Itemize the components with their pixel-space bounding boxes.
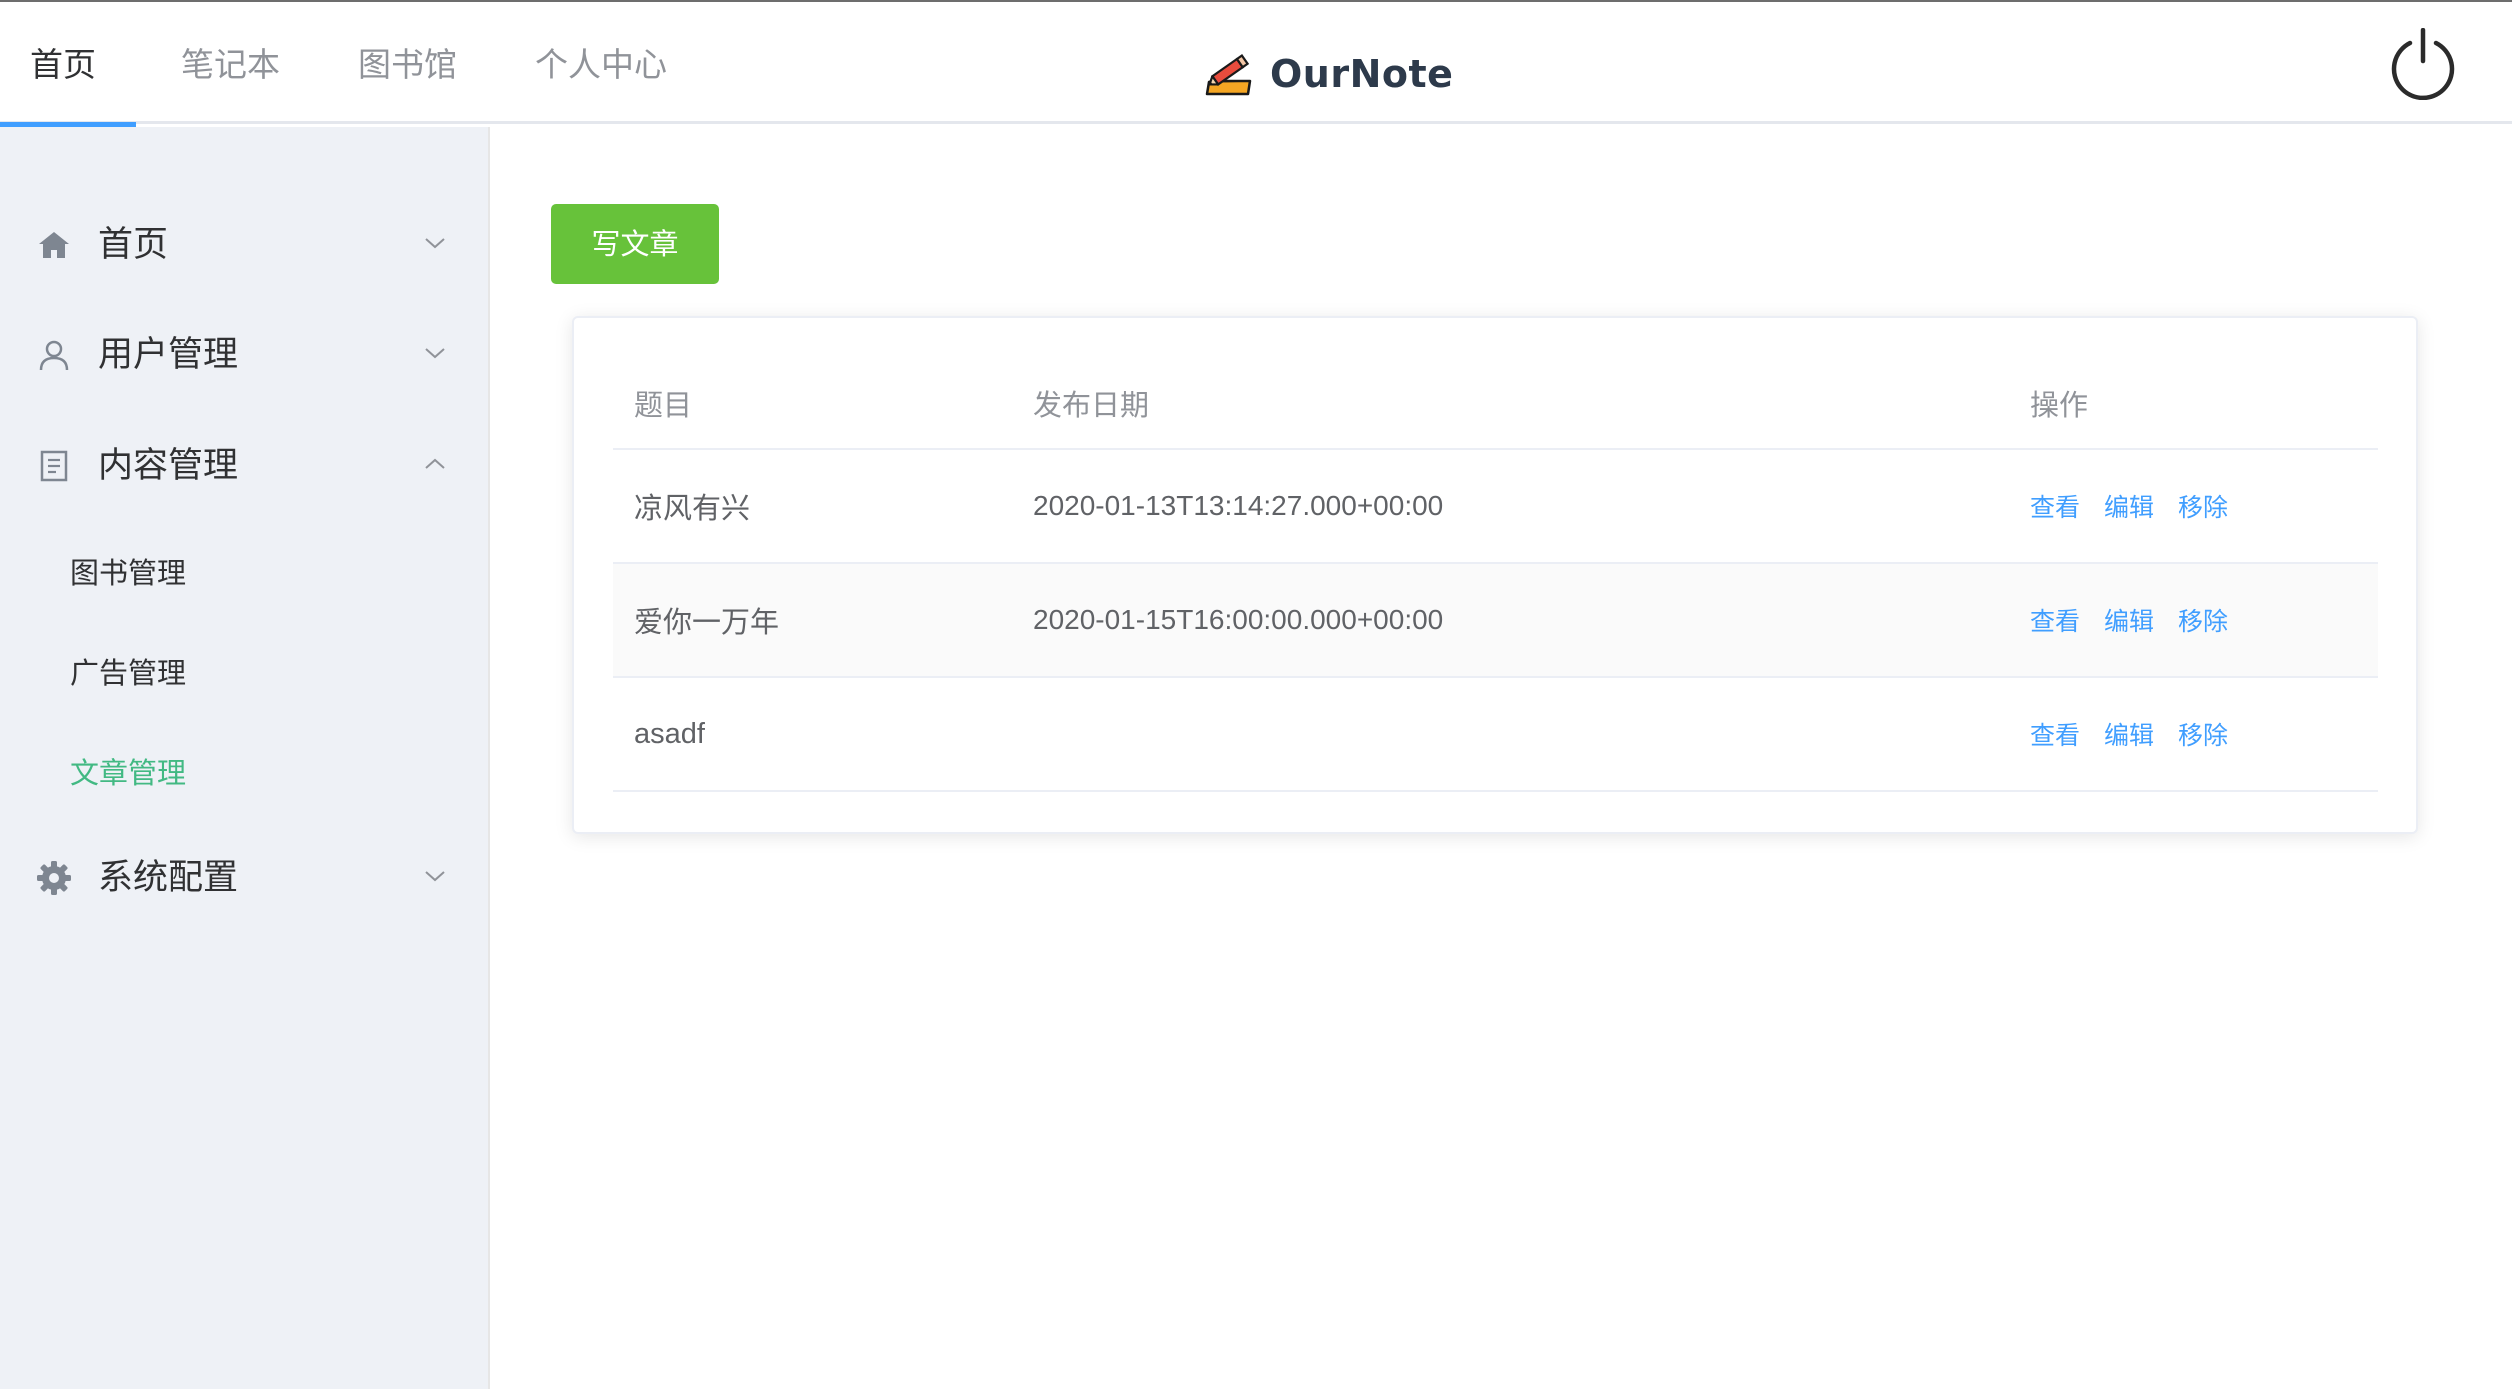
remove-link[interactable]: 移除 bbox=[2178, 716, 2228, 752]
home-icon bbox=[39, 232, 69, 258]
article-title: 爱你一万年 bbox=[634, 605, 780, 639]
sidebar-menu-users[interactable]: 用户管理 bbox=[0, 310, 490, 400]
tab-notebook[interactable]: 笔记本 bbox=[136, 2, 310, 124]
power-icon[interactable] bbox=[2389, 28, 2457, 100]
write-article-button[interactable]: 写文章 bbox=[551, 204, 719, 284]
row-actions: 查看 编辑 移除 bbox=[2030, 678, 2252, 790]
row-actions: 查看 编辑 移除 bbox=[2030, 450, 2252, 562]
sidebar-menu-system[interactable]: 系统配置 bbox=[0, 833, 490, 923]
brand[interactable]: OurNote bbox=[1204, 50, 1453, 98]
table-header-row: 题目 发布日期 操作 bbox=[613, 358, 2378, 450]
gear-icon bbox=[37, 861, 71, 895]
sidebar-submenu-articles[interactable]: 文章管理 bbox=[0, 733, 490, 813]
tab-personal-center[interactable]: 个人中心 bbox=[487, 2, 697, 124]
article-table: 题目 发布日期 操作 凉风有兴 2020-01-13T13:14:27.000+… bbox=[613, 358, 2378, 792]
document-icon bbox=[40, 450, 68, 482]
table-row: asadf 查看 编辑 移除 bbox=[613, 678, 2378, 792]
app-page: 首页 笔记本 图书馆 个人中心 OurNote 首页 用户管理 内容管理 图书管… bbox=[0, 0, 2512, 1389]
chevron-up-icon bbox=[425, 458, 445, 469]
article-date: 2020-01-13T13:14:27.000+00:00 bbox=[1033, 490, 1444, 521]
article-title: asadf bbox=[634, 717, 705, 750]
article-date: 2020-01-15T16:00:00.000+00:00 bbox=[1033, 604, 1444, 635]
view-link[interactable]: 查看 bbox=[2030, 716, 2080, 752]
table-row: 爱你一万年 2020-01-15T16:00:00.000+00:00 查看 编… bbox=[613, 564, 2378, 678]
top-navbar: 首页 笔记本 图书馆 个人中心 OurNote bbox=[0, 2, 2512, 127]
view-link[interactable]: 查看 bbox=[2030, 488, 2080, 524]
article-table-card: 题目 发布日期 操作 凉风有兴 2020-01-13T13:14:27.000+… bbox=[572, 316, 2418, 834]
sidebar-menu-content[interactable]: 内容管理 bbox=[0, 421, 490, 511]
column-header-date: 发布日期 bbox=[1033, 388, 1150, 422]
sidebar-submenu-books[interactable]: 图书管理 bbox=[0, 533, 490, 613]
sidebar-menu-label: 用户管理 bbox=[98, 335, 239, 375]
sidebar-menu-home[interactable]: 首页 bbox=[0, 200, 490, 290]
remove-link[interactable]: 移除 bbox=[2178, 602, 2228, 638]
sidebar-menu-label: 首页 bbox=[98, 225, 169, 265]
tab-library[interactable]: 图书馆 bbox=[310, 2, 487, 124]
article-title: 凉风有兴 bbox=[634, 491, 751, 525]
chevron-down-icon bbox=[425, 238, 445, 249]
tab-home[interactable]: 首页 bbox=[0, 2, 136, 127]
row-actions: 查看 编辑 移除 bbox=[2030, 564, 2252, 676]
chevron-down-icon bbox=[425, 871, 445, 882]
sidebar: 首页 用户管理 内容管理 图书管理 广告管理 文章管理 系统配置 bbox=[0, 127, 490, 1389]
view-link[interactable]: 查看 bbox=[2030, 602, 2080, 638]
chevron-down-icon bbox=[425, 348, 445, 359]
edit-link[interactable]: 编辑 bbox=[2104, 716, 2154, 752]
remove-link[interactable]: 移除 bbox=[2178, 488, 2228, 524]
column-header-title: 题目 bbox=[634, 388, 693, 422]
column-header-actions: 操作 bbox=[2030, 388, 2089, 422]
pencil-note-logo-icon bbox=[1205, 54, 1252, 96]
sidebar-menu-label: 系统配置 bbox=[98, 858, 239, 898]
edit-link[interactable]: 编辑 bbox=[2104, 602, 2154, 638]
brand-name: OurNote bbox=[1270, 52, 1454, 96]
sidebar-submenu-ads[interactable]: 广告管理 bbox=[0, 633, 490, 713]
edit-link[interactable]: 编辑 bbox=[2104, 488, 2154, 524]
user-icon bbox=[39, 340, 69, 371]
table-row: 凉风有兴 2020-01-13T13:14:27.000+00:00 查看 编辑… bbox=[613, 450, 2378, 564]
sidebar-menu-label: 内容管理 bbox=[98, 446, 239, 486]
top-tabs: 首页 笔记本 图书馆 个人中心 bbox=[0, 2, 697, 127]
